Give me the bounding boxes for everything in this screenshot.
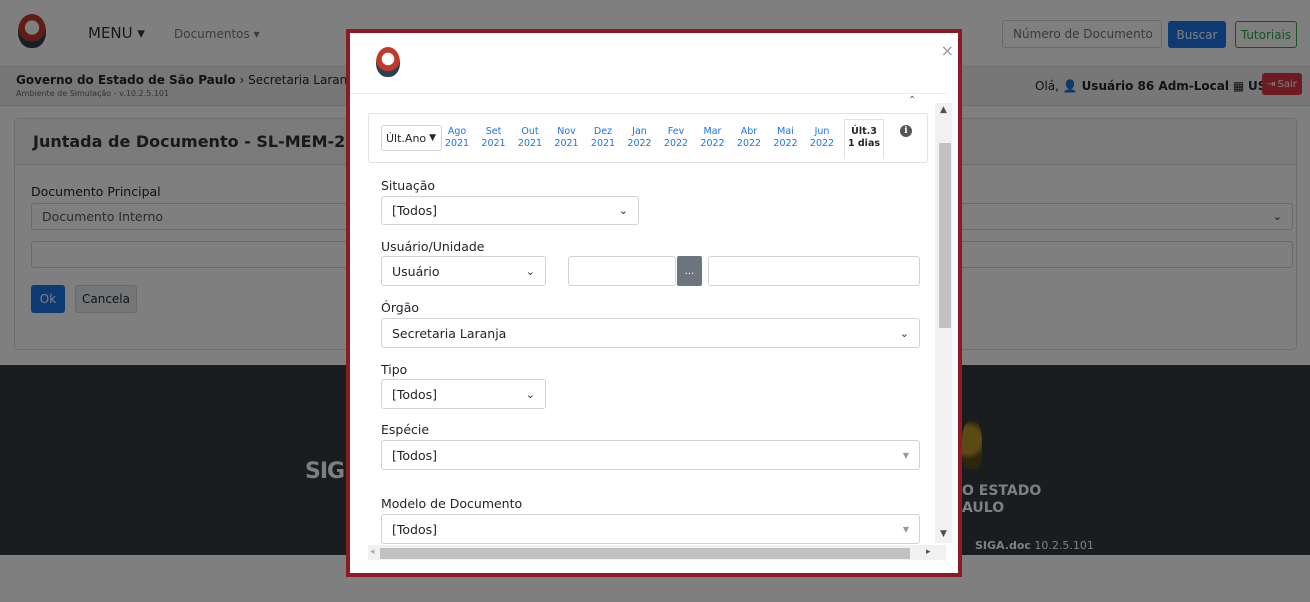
tab-month-nov-2021[interactable]: Nov 2021: [552, 126, 582, 150]
usuario-type-select[interactable]: Usuário ⌄: [381, 256, 546, 286]
usuario-unidade-label: Usuário/Unidade: [381, 239, 485, 254]
tab-month-label: Jun: [814, 126, 830, 137]
chevron-down-icon: ⌄: [525, 264, 535, 278]
situacao-value: [Todos]: [392, 203, 438, 218]
tab-month-fev-2022[interactable]: Fev 2022: [661, 126, 691, 150]
tab-month-ago-2021[interactable]: Ago 2021: [442, 126, 472, 150]
usuario-code-input[interactable]: [568, 256, 676, 286]
tab-month-label: Abr: [740, 126, 758, 137]
tab-month-label: Set: [485, 126, 502, 137]
tab-month-year: 2022: [700, 138, 725, 149]
tab-month-year: 2021: [444, 138, 470, 149]
tab-month-label: Ago: [447, 126, 467, 137]
situacao-select[interactable]: [Todos] ⌄: [381, 196, 639, 225]
orgao-select[interactable]: Secretaria Laranja ⌄: [381, 318, 920, 348]
info-icon[interactable]: i: [900, 125, 912, 137]
modelo-value: [Todos]: [392, 521, 438, 537]
close-icon[interactable]: ×: [941, 41, 954, 60]
tab-month-year: 2021: [481, 138, 506, 149]
tab-month-year: 2022: [627, 138, 652, 149]
modelo-select[interactable]: [Todos] ▼: [381, 514, 920, 544]
tab-month-label: Nov: [557, 126, 576, 137]
search-user-button[interactable]: ...: [677, 256, 702, 286]
tab-last-31-days[interactable]: Últ.3 1 dias: [844, 119, 884, 159]
tab-month-year: 2021: [590, 138, 616, 149]
orgao-value: Secretaria Laranja: [392, 325, 507, 341]
period-select-value: Últ.Ano: [386, 131, 427, 145]
chevron-down-icon: ⌄: [618, 204, 628, 217]
scroll-up-arrow-icon[interactable]: ▲: [940, 105, 947, 115]
tab-month-label: Mar: [703, 126, 722, 137]
tab-month-year: 2022: [736, 138, 762, 149]
especie-select[interactable]: [Todos] ▼: [381, 440, 920, 470]
chevron-down-icon: ▼: [429, 133, 437, 143]
tab-month-set-2021[interactable]: Set 2021: [479, 126, 509, 150]
orgao-label: Órgão: [381, 300, 420, 315]
usuario-type-value: Usuário: [392, 263, 440, 279]
tab-last-31-line1: Últ.3: [851, 126, 877, 137]
especie-value: [Todos]: [392, 447, 438, 463]
chevron-down-icon: ⌄: [525, 387, 535, 401]
caret-down-icon: ▼: [902, 524, 909, 534]
modal-header-divider: [350, 93, 946, 94]
tab-month-out-2021[interactable]: Out 2021: [515, 126, 545, 150]
months-tabs: Ago 2021 Set 2021 Out 2021 Nov 2021 Dez 2021 Jan 20…: [442, 126, 842, 154]
tab-month-dez-2021[interactable]: Dez 2021: [588, 126, 618, 150]
tab-month-abr-2022[interactable]: Abr 2022: [734, 126, 764, 150]
tab-month-mar-2022[interactable]: Mar 2022: [698, 126, 728, 150]
tab-month-label: Out: [521, 126, 539, 137]
tab-month-label: Mai: [777, 126, 794, 137]
tab-month-jan-2022[interactable]: Jan 2022: [625, 126, 655, 150]
tipo-value: [Todos]: [392, 386, 438, 402]
tab-month-label: Jan: [632, 126, 647, 137]
tipo-label: Tipo: [381, 362, 408, 377]
scroll-left-arrow-icon[interactable]: ◂: [370, 547, 375, 557]
filter-modal: × ⌃ Últ.Ano ▼ Ago 2021 Set 2021 Out 2021 Nov 20…: [346, 29, 962, 577]
situacao-label: Situação: [381, 178, 436, 193]
tab-month-year: 2022: [773, 138, 798, 149]
tab-month-jun-2022[interactable]: Jun 2022: [807, 126, 837, 150]
collapse-chevron-icon[interactable]: ⌃: [908, 95, 916, 106]
modelo-label: Modelo de Documento: [381, 496, 523, 511]
period-select[interactable]: Últ.Ano ▼: [381, 125, 442, 151]
tipo-select[interactable]: [Todos] ⌄: [381, 379, 546, 409]
vertical-scroll-thumb[interactable]: [939, 143, 951, 328]
tab-month-label: Dez: [593, 126, 613, 137]
tab-month-label: Fev: [667, 126, 685, 137]
scroll-right-arrow-icon[interactable]: ▸: [926, 547, 931, 557]
especie-label: Espécie: [381, 422, 430, 437]
chevron-down-icon: ⌄: [899, 326, 909, 340]
tab-month-year: 2021: [517, 138, 543, 149]
horizontal-scroll-thumb[interactable]: [380, 548, 910, 559]
tab-month-mai-2022[interactable]: Mai 2022: [771, 126, 801, 150]
tab-month-year: 2022: [663, 138, 689, 149]
scroll-down-arrow-icon[interactable]: ▼: [940, 529, 947, 539]
tab-month-year: 2021: [554, 138, 579, 149]
sp-crest-modal-logo: [376, 47, 400, 77]
usuario-name-input[interactable]: [708, 256, 920, 286]
caret-down-icon: ▼: [902, 450, 909, 460]
tab-month-year: 2022: [809, 138, 835, 149]
tab-last-31-line2: 1 dias: [847, 138, 881, 149]
